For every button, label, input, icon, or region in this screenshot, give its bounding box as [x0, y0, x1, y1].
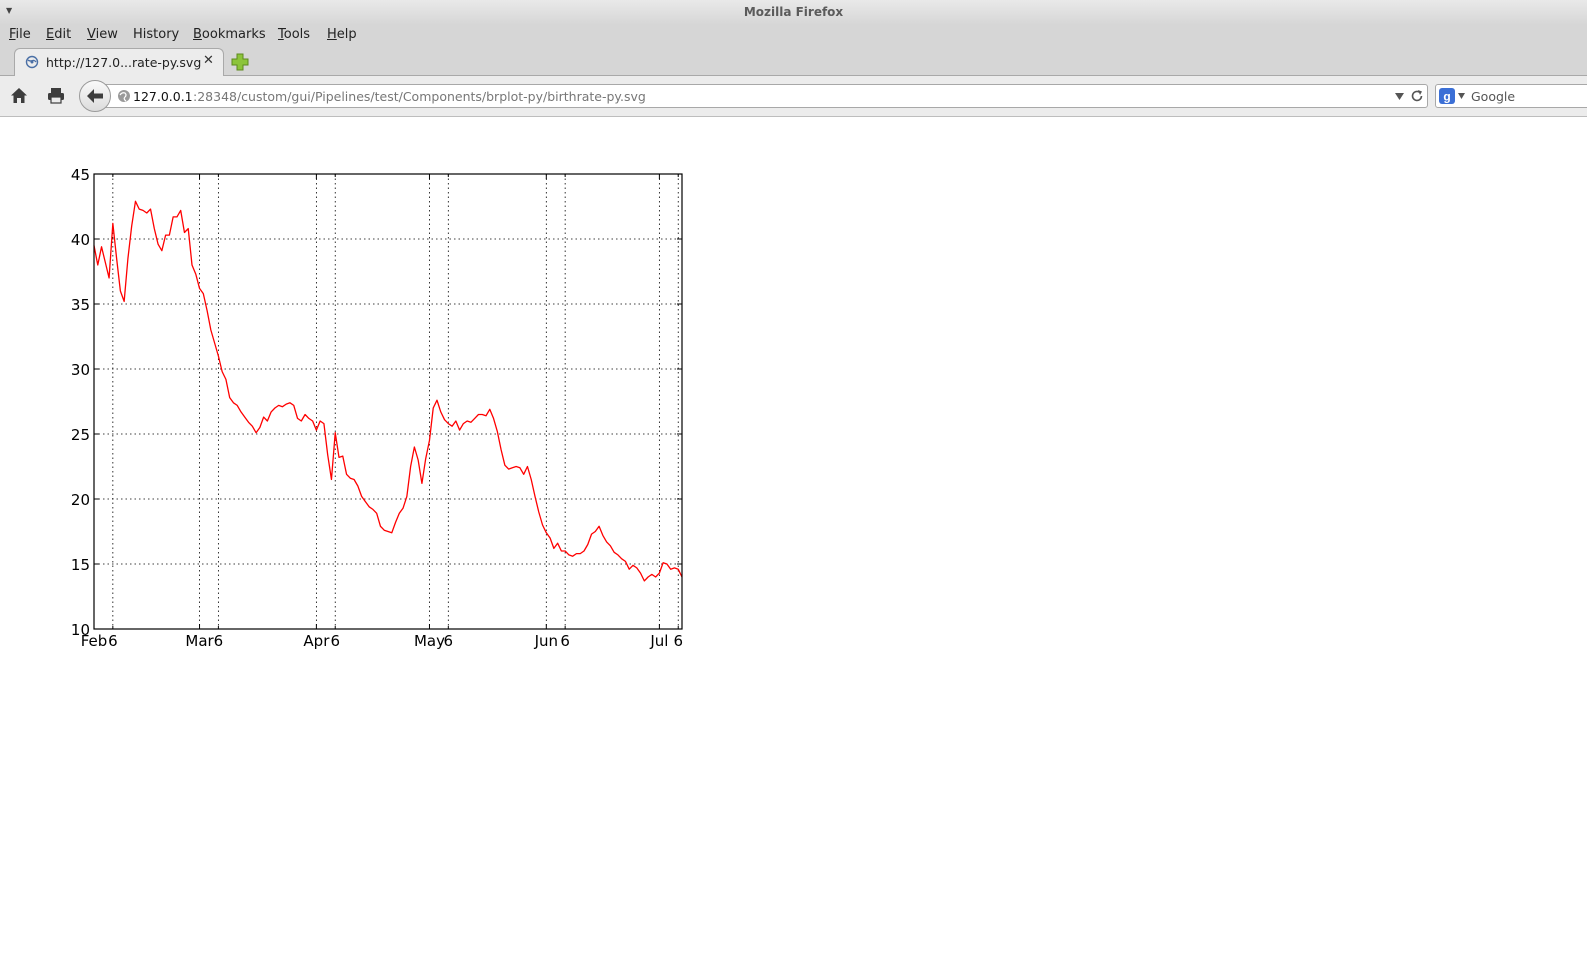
x-tick-label: 6: [560, 632, 570, 650]
navigation-toolbar: 127.0.0.1 :28348/custom/gui/Pipelines/te…: [0, 76, 1587, 117]
menu-edit[interactable]: Edit: [46, 27, 71, 42]
y-tick-label: 35: [71, 296, 90, 314]
x-tick-label: Feb: [81, 632, 108, 650]
menu-help[interactable]: Help: [327, 27, 357, 42]
tab-title: http://127.0...rate-py.svg: [46, 55, 202, 70]
plot-frame: [93, 173, 683, 630]
url-path: :28348/custom/gui/Pipelines/test/Compone…: [193, 89, 646, 104]
y-tick-label: 20: [71, 491, 90, 509]
tab-bar: http://127.0...rate-py.svg ✕: [0, 47, 1587, 76]
y-tick-label: 15: [71, 556, 90, 574]
menu-history[interactable]: History: [133, 27, 179, 42]
search-input[interactable]: Google: [1471, 89, 1515, 104]
back-button[interactable]: [79, 80, 111, 112]
page-favicon-icon: [25, 55, 39, 69]
window-title: Mozilla Firefox: [743, 5, 844, 19]
menu-bookmarks[interactable]: Bookmarks: [193, 27, 266, 42]
google-engine-icon[interactable]: g: [1439, 88, 1455, 104]
history-dropdown-icon[interactable]: [1395, 93, 1404, 100]
page-content: 10 15 20 25 30 35 40 45 Feb 6 Mar 6 Apr 6 May 6 Jun 6 Jul 6: [0, 117, 1587, 968]
x-tick-label: Apr: [303, 632, 330, 650]
y-tick-label: 45: [71, 166, 90, 184]
x-tick-label: 6: [108, 632, 118, 650]
back-arrow-icon: [87, 89, 103, 103]
engine-dropdown-icon[interactable]: [1458, 93, 1465, 99]
x-tick-label: May: [414, 632, 445, 650]
new-tab-icon[interactable]: [231, 53, 249, 71]
x-tick-label: 6: [444, 632, 454, 650]
menu-bar: File Edit View History Bookmarks Tools H…: [0, 25, 1587, 47]
x-tick-label: Jun: [534, 632, 558, 650]
search-bar[interactable]: g Google: [1435, 84, 1587, 108]
print-icon[interactable]: [47, 87, 65, 104]
url-host: 127.0.0.1: [133, 89, 193, 104]
y-tick-label: 25: [71, 426, 90, 444]
close-tab-icon[interactable]: ✕: [203, 53, 214, 68]
birthrate-line-chart: 1015202530354045Feb 6 Mar 6 Apr 6 May6 Jun 6 Jul 6: [71, 166, 683, 650]
home-icon[interactable]: [10, 87, 28, 104]
y-tick-label: 40: [71, 231, 90, 249]
y-tick-label: 30: [71, 361, 90, 379]
x-tick-label: 6: [673, 632, 683, 650]
x-tick-label: 6: [330, 632, 340, 650]
x-tick-label: 6: [214, 632, 224, 650]
menu-view[interactable]: View: [87, 27, 118, 42]
menu-tools[interactable]: Tools: [278, 27, 310, 42]
x-tick-label: Mar: [185, 632, 214, 650]
site-identity-icon[interactable]: [117, 89, 131, 103]
menu-file[interactable]: File: [9, 27, 31, 42]
birthrate-series-line: [93, 200, 683, 582]
reload-icon[interactable]: [1410, 89, 1424, 103]
tab-birthrate-svg[interactable]: http://127.0...rate-py.svg ✕: [14, 48, 224, 76]
url-bar[interactable]: 127.0.0.1 :28348/custom/gui/Pipelines/te…: [96, 84, 1428, 108]
x-tick-label: Jul: [649, 632, 668, 650]
svg-text:g: g: [1443, 90, 1450, 104]
window-titlebar: ▼ Mozilla Firefox: [0, 0, 1587, 26]
